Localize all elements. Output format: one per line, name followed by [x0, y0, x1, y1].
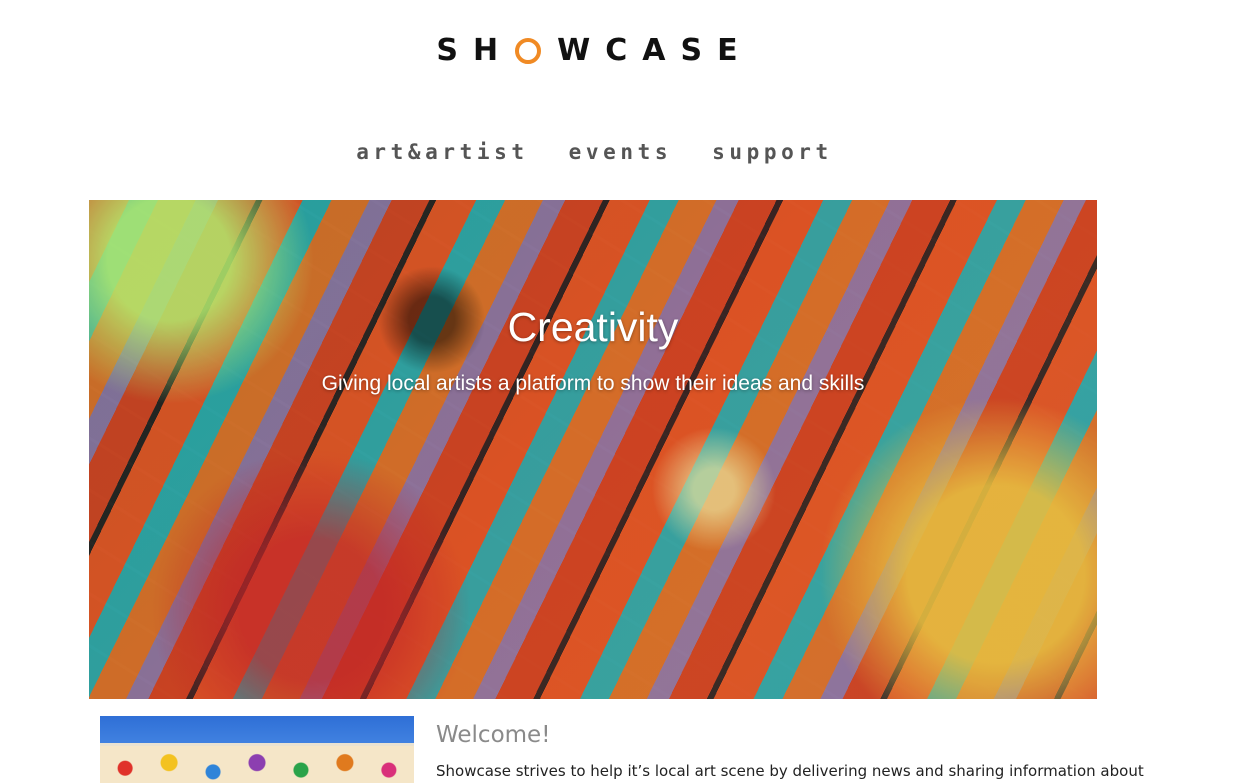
nav-link-events[interactable]: events	[569, 140, 672, 164]
hero-subtitle: Giving local artists a platform to show …	[321, 372, 865, 395]
hero-overlay	[89, 200, 1097, 699]
logo-wordmark: SH WCASE	[436, 33, 752, 68]
welcome-text: Showcase strives to help it’s local art …	[436, 762, 1144, 780]
welcome-heading: Welcome!	[436, 722, 551, 748]
logo-letters-end: WCASE	[557, 32, 753, 68]
site-logo[interactable]: SH WCASE	[0, 30, 1189, 70]
nav-link-art-artist[interactable]: art&artist	[356, 140, 528, 164]
logo-letters-start: SH	[436, 32, 514, 68]
nav-link-support[interactable]: support	[712, 140, 833, 164]
hero-banner: Creativity Giving local artists a platfo…	[89, 200, 1097, 699]
welcome-image	[100, 716, 414, 783]
mural-wall	[100, 746, 414, 783]
hero-title: Creativity	[507, 304, 679, 350]
main-nav: art&artist events support	[0, 140, 1189, 164]
logo-ring-icon	[515, 38, 542, 64]
